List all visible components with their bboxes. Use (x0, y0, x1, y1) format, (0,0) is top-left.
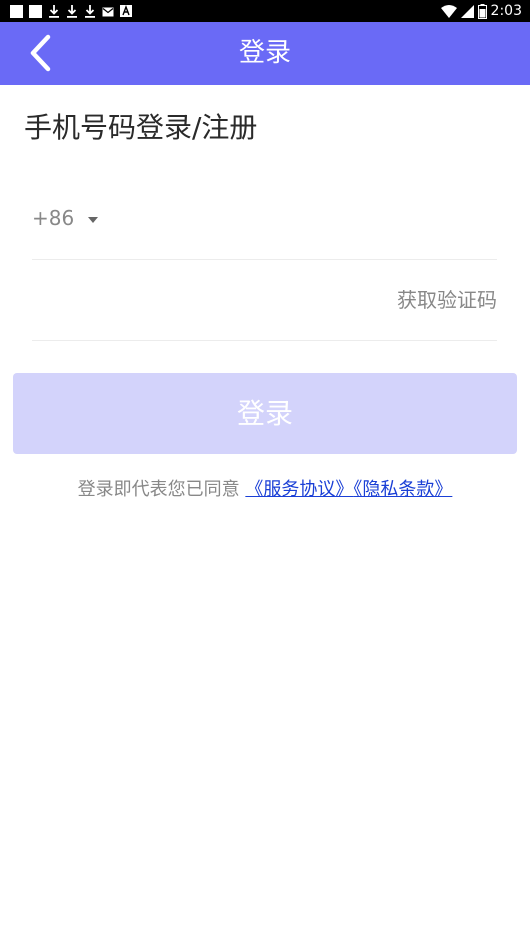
app-bar-title: 登录 (238, 38, 291, 68)
battery-icon (477, 3, 487, 19)
caret-down-icon (88, 217, 99, 223)
download-icon (48, 4, 60, 18)
download-icon (66, 4, 78, 18)
login-button[interactable]: 登录 (13, 373, 517, 454)
mail-icon (102, 2, 114, 21)
phone-number-input[interactable] (130, 196, 494, 242)
status-time: 2:03 (490, 3, 522, 19)
code-divider (32, 340, 497, 341)
agreement-prefix: 登录即代表您已同意 (77, 479, 240, 500)
country-code-selector[interactable]: +86 (32, 196, 99, 240)
wifi-icon (440, 4, 457, 18)
app-bar: 登录 (0, 22, 530, 85)
signal-icon (460, 4, 474, 18)
status-bar-notifications (10, 3, 132, 19)
page-heading: 手机号码登录/注册 (24, 111, 258, 144)
verification-code-input[interactable] (32, 278, 366, 324)
back-button[interactable] (20, 32, 60, 74)
app-a-icon (120, 2, 132, 21)
privacy-policy-link[interactable]: 《隐私条款》 (353, 479, 452, 500)
download-icon (84, 4, 96, 18)
agreement-text: 登录即代表您已同意 《服务协议》《隐私条款》 (0, 476, 530, 504)
chevron-left-icon (30, 34, 51, 72)
login-screen: 2:03 登录 手机号码登录/注册 +86 获取验证码 登录 登录即代表您已同意… (0, 0, 530, 940)
status-bar-system: 2:03 (440, 0, 522, 22)
phone-divider (32, 259, 497, 260)
status-bar: 2:03 (0, 0, 530, 22)
notification-square-icon (10, 4, 23, 18)
get-code-button[interactable]: 获取验证码 (397, 278, 497, 322)
country-code-value: +86 (32, 206, 75, 230)
service-agreement-link[interactable]: 《服务协议》 (245, 479, 353, 500)
notification-square-icon (29, 4, 42, 18)
